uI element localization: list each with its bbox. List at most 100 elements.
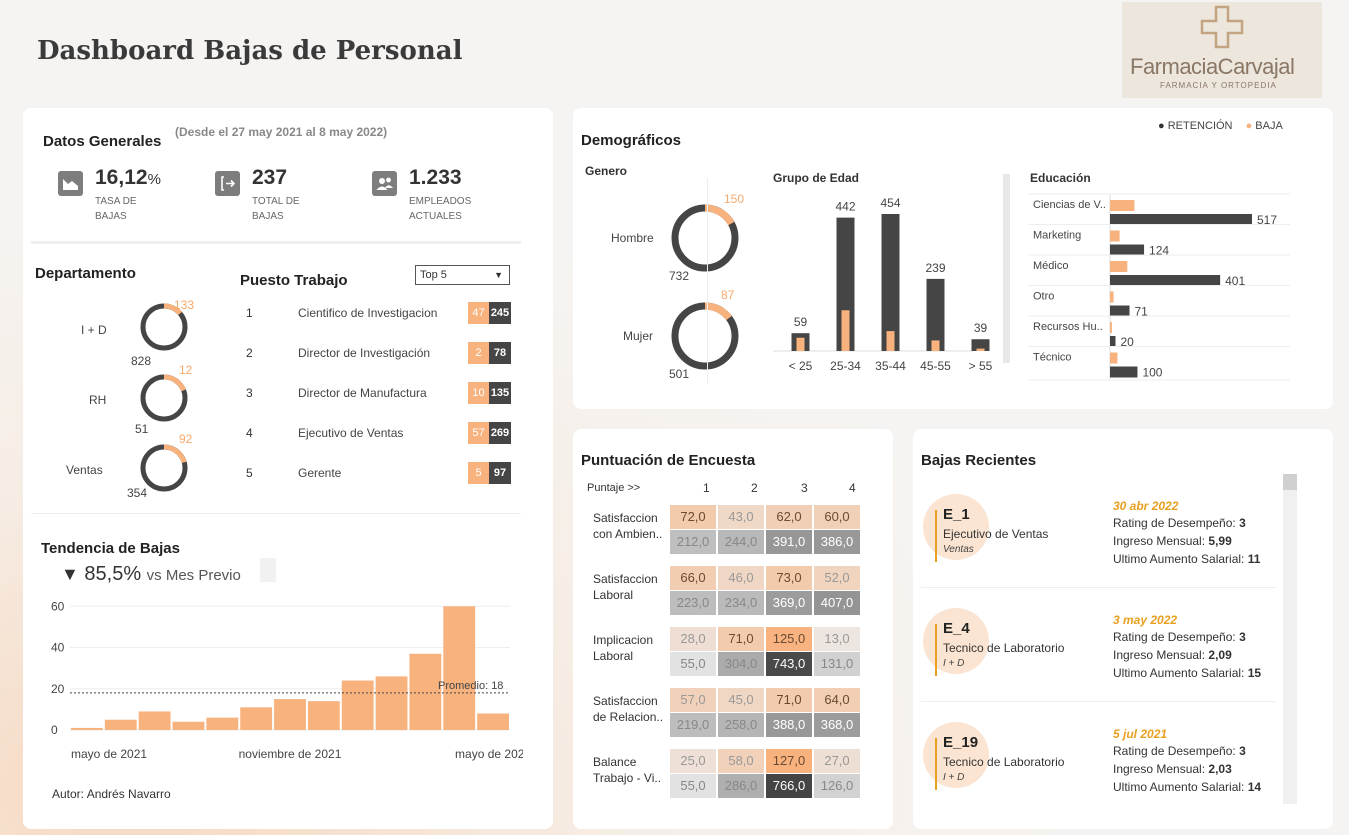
row-label-line1: Satisfaccion (593, 511, 658, 525)
heatmap-cell-ret: 743,0 (766, 652, 812, 676)
row-label-line2: Trabajo - Vi.. (593, 771, 662, 785)
x-tick-label: noviembre de 2021 (239, 747, 342, 761)
puesto-name: Director de Manufactura (298, 386, 427, 400)
kpi-total-label1: TOTAL DE (252, 196, 300, 207)
recientes-title: Bajas Recientes (921, 452, 1037, 469)
brand-logo: FarmaciaCarvajal FARMACIA Y ORTOPEDIA (1122, 2, 1322, 98)
heatmap-cell-baja: 66,0 (670, 566, 716, 590)
heatmap-cell-baja: 62,0 (766, 505, 812, 529)
bd-dept: I + D (943, 658, 965, 669)
bd-id: E_1 (943, 506, 970, 523)
list-item[interactable]: E_1 Ejecutivo de Ventas Ventas 30 abr 20… (921, 474, 1275, 588)
trend-bar (104, 719, 137, 730)
trend-bar (240, 707, 273, 730)
tendencia-tooltip-stub (260, 558, 276, 582)
kpi-tasa-label1: TASA DE (95, 196, 137, 207)
heatmap-cell-ret: 766,0 (766, 774, 812, 798)
encuesta-title: Puntuación de Encuesta (581, 452, 756, 469)
heatmap-cell-baja: 46,0 (718, 566, 764, 590)
edad-ret-bar (881, 214, 900, 351)
logo-brand: FarmaciaCarvajal (1130, 54, 1295, 79)
average-label: Promedio: 18 (438, 680, 503, 692)
legend: ● RETENCIÓN ● BAJA (1158, 120, 1283, 132)
edad-value-label: 454 (880, 196, 900, 210)
heatmap-cell-baja: 27,0 (814, 749, 860, 773)
kpi-total-value: 237 (252, 166, 288, 189)
educacion-chart: Ciencias de V..517Marketing124Médico401O… (1028, 193, 1290, 381)
puesto-ret: 269 (489, 422, 511, 444)
heatmap-cell-ret: 386,0 (814, 530, 860, 554)
puesto-filter-dropdown[interactable]: Top 5 ▼ (415, 265, 510, 285)
bd-id: E_19 (943, 734, 979, 751)
edad-value-label: 442 (835, 200, 855, 214)
list-item[interactable]: E_19 Tecnico de Laboratorio I + D 5 jul … (921, 702, 1275, 804)
list-item[interactable]: E_4 Tecnico de Laboratorio I + D 3 may 2… (921, 588, 1275, 702)
scrollbar-thumb[interactable] (1283, 474, 1297, 490)
demograficos-panel: Demográficos ● RETENCIÓN ● BAJA Genero H… (573, 108, 1333, 409)
x-tick-label: mayo de 2022 (455, 747, 523, 761)
heatmap-cell-baja: 60,0 (814, 505, 860, 529)
bd-dept: I + D (943, 772, 965, 783)
genero-hombre-ret: 732 (669, 269, 690, 283)
heatmap-cell-ret: 212,0 (670, 530, 716, 554)
chevron-down-icon: ▼ (494, 270, 503, 280)
encuesta-col-3: 3 (801, 481, 808, 495)
kpi-empleados-label1: EMPLEADOS (409, 196, 472, 207)
divider (31, 513, 521, 514)
bd-aumento: Ultimo Aumento Salarial: 15 (1113, 666, 1262, 680)
trend-bar (138, 711, 171, 730)
dept-label-ventas: Ventas (66, 463, 103, 477)
puesto-baja: 57 (468, 422, 489, 444)
dept-label-rh: RH (89, 393, 107, 407)
heatmap-cell-ret: 258,0 (718, 713, 764, 737)
y-tick-label: 40 (51, 641, 65, 655)
heatmap-cell-baja: 127,0 (766, 749, 812, 773)
list-item: 1 Cientifico de Investigacion 47 245 (243, 302, 513, 324)
edu-baja-bar (1110, 352, 1118, 364)
left-panel: Datos Generales (Desde el 27 may 2021 al… (23, 108, 553, 829)
dept-id-ret: 828 (131, 354, 152, 368)
edad-category-label: 45-55 (920, 359, 951, 373)
page-title: Dashboard Bajas de Personal (37, 36, 463, 66)
edu-value-label: 100 (1142, 366, 1162, 380)
genero-mujer-ret: 501 (669, 367, 690, 381)
kpi-empleados: 1.233 EMPLEADOS ACTUALES (372, 166, 522, 226)
encuesta-panel: Puntuación de Encuesta Puntaje >> 1 2 3 … (573, 429, 893, 829)
heatmap-cell-baja: 71,0 (766, 688, 812, 712)
edad-category-label: < 25 (789, 359, 813, 373)
edad-title: Grupo de Edad (773, 171, 860, 185)
puesto-ret: 135 (489, 382, 511, 404)
accent-line (935, 624, 937, 676)
scrollbar[interactable] (1283, 474, 1297, 804)
trend-bar (172, 721, 205, 730)
heatmap-cell-ret: 391,0 (766, 530, 812, 554)
edu-baja-bar (1110, 291, 1114, 303)
heatmap-cell-baja: 13,0 (814, 627, 860, 651)
bd-rating: Rating de Desempeño: 3 (1113, 516, 1246, 530)
general-subtitle: (Desde el 27 may 2021 al 8 may 2022) (175, 125, 388, 139)
puesto-rank: 1 (246, 306, 253, 320)
puesto-baja: 2 (468, 342, 489, 364)
cross-logo-icon (1200, 5, 1244, 49)
edad-category-label: 25-34 (830, 359, 861, 373)
bd-ingreso: Ingreso Mensual: 2,09 (1113, 648, 1232, 662)
heatmap-cell-baja: 64,0 (814, 688, 860, 712)
edad-baja-bar (976, 348, 985, 351)
heatmap-cell-ret: 407,0 (814, 591, 860, 615)
trend-bar (274, 699, 306, 730)
encuesta-grid: Satisfaccion con Ambien.. 72,0 212,0 43,0 244… (573, 505, 893, 805)
general-title: Datos Generales (43, 133, 162, 150)
kpi-tasa-value: 16,12 (95, 166, 148, 189)
heatmap-cell-ret: 369,0 (766, 591, 812, 615)
bd-rating: Rating de Desempeño: 3 (1113, 630, 1246, 644)
kpi-empleados-value: 1.233 (409, 166, 462, 189)
puesto-rank: 4 (246, 426, 253, 440)
edu-ret-bar (1110, 275, 1221, 286)
genero-title: Genero (585, 164, 628, 178)
bd-dept: Ventas (943, 544, 974, 555)
down-arrow-icon: ▼ (61, 564, 79, 584)
scrollbar[interactable] (1003, 174, 1010, 363)
edad-baja-bar (931, 340, 940, 351)
encuesta-row-label: Satisfaccion Laboral (593, 571, 673, 603)
edu-category-label: Ciencias de V.. (1033, 199, 1106, 211)
